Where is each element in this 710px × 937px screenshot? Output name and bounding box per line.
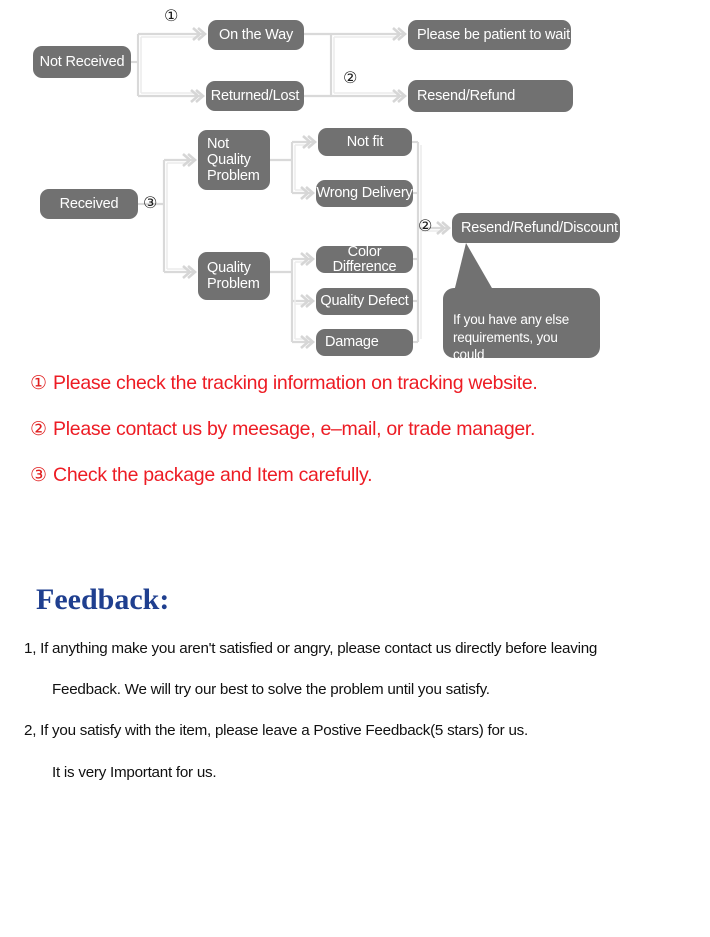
node-label: Resend/Refund	[417, 87, 516, 104]
node-not-quality-problem[interactable]: Not Quality Problem	[198, 130, 270, 190]
node-resend-refund[interactable]: Resend/Refund	[408, 80, 573, 112]
node-label: Quality Problem	[207, 259, 260, 292]
feedback-line: It is very Important for us.	[52, 763, 217, 781]
note-item: ③ Check the package and Item carefully.	[0, 464, 710, 512]
note-number: ③	[30, 464, 48, 486]
node-on-the-way[interactable]: On the Way	[208, 20, 304, 50]
node-label: Received	[59, 195, 119, 212]
node-wrong-delivery[interactable]: Wrong Delivery	[316, 180, 413, 207]
node-color-difference[interactable]: Color Difference	[316, 244, 413, 275]
node-resend-refund-discount[interactable]: Resend/Refund/Discount	[452, 213, 620, 243]
marker-step-2-top: ②	[343, 68, 358, 87]
marker-step-2-bottom: ②	[418, 216, 433, 235]
feedback-heading: Feedback:	[36, 583, 170, 616]
node-please-be-patient[interactable]: Please be patient to wait	[408, 20, 571, 50]
note-item: ② Please contact us by meesage, e–mail, …	[0, 418, 710, 466]
note-number: ①	[30, 372, 48, 394]
node-label: Quality Defect	[320, 293, 409, 310]
feedback-line: 1, If anything make you aren't satisfied…	[24, 640, 598, 657]
node-label: Not Received	[39, 53, 125, 70]
node-label: Color Difference	[332, 244, 397, 275]
numbered-notes: ① Please check the tracking information …	[0, 372, 710, 512]
node-quality-problem[interactable]: Quality Problem	[198, 252, 270, 300]
node-label: On the Way	[218, 26, 294, 43]
node-label: Resend/Refund/Discount	[461, 219, 618, 236]
node-not-received[interactable]: Not Received	[33, 46, 131, 78]
feedback-line: Feedback. We will try our best to solve …	[52, 681, 490, 699]
callout-extra-requirements[interactable]: If you have any else requirements, you c…	[443, 288, 600, 379]
marker-step-3-received: ③	[143, 193, 158, 212]
note-text: Please contact us by meesage, e–mail, or…	[53, 418, 536, 440]
flow-diagram: Not Received On the Way Returned/Lost Pl…	[0, 0, 710, 379]
node-label: Not fit	[346, 133, 384, 150]
node-label: Wrong Delivery	[316, 185, 413, 202]
node-returned-lost[interactable]: Returned/Lost	[206, 81, 304, 111]
page-root: Not Received On the Way Returned/Lost Pl…	[0, 0, 710, 937]
node-label: Returned/Lost	[210, 87, 300, 104]
note-text: Check the package and Item carefully.	[53, 464, 373, 486]
node-damage[interactable]: Damage	[316, 329, 413, 356]
node-label: Please be patient to wait	[417, 26, 570, 43]
node-quality-defect[interactable]: Quality Defect	[316, 288, 413, 315]
marker-step-1-top: ①	[164, 6, 179, 25]
node-label: Not Quality Problem	[207, 135, 260, 185]
note-item: ① Please check the tracking information …	[0, 372, 710, 420]
feedback-section: Feedback: 1, If anything make you aren't…	[0, 575, 710, 780]
note-number: ②	[30, 418, 48, 440]
node-not-fit[interactable]: Not fit	[318, 128, 412, 156]
node-received[interactable]: Received	[40, 189, 138, 219]
node-label: Damage	[325, 334, 379, 351]
feedback-line: 2, If you satisfy with the item, please …	[24, 722, 528, 740]
